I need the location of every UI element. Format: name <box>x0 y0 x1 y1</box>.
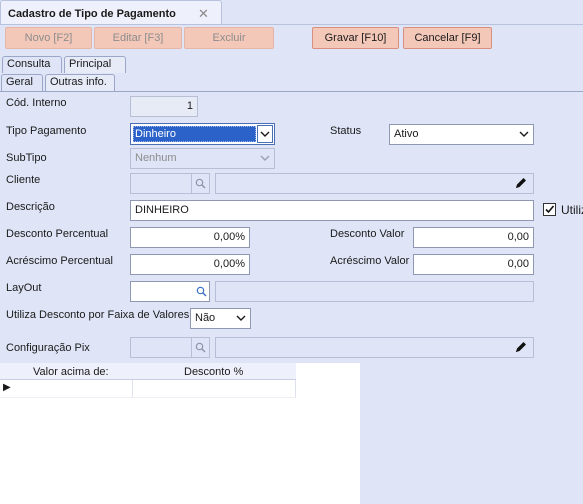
gravar-button[interactable]: Gravar [F10] <box>312 27 399 49</box>
cliente-code-field[interactable] <box>130 173 210 194</box>
utiliza-checkbox[interactable] <box>543 203 556 216</box>
pencil-icon[interactable] <box>514 340 528 357</box>
tab-geral[interactable]: Geral <box>1 74 43 91</box>
cod-interno-field: 1 <box>130 96 198 117</box>
chevron-down-icon[interactable] <box>257 125 273 143</box>
status-label: Status <box>330 125 362 137</box>
layout-label: LayOut <box>6 282 42 294</box>
editar-button[interactable]: Editar [F3] <box>94 27 182 49</box>
search-icon[interactable] <box>191 174 209 193</box>
close-icon[interactable]: ✕ <box>198 6 209 22</box>
config-pix-name-field[interactable] <box>215 337 534 358</box>
tab-strip-divider <box>0 24 583 25</box>
utiliza-checkbox-label: Utiliz <box>561 203 583 217</box>
chevron-down-icon[interactable] <box>515 125 533 144</box>
excluir-button[interactable]: Excluir <box>184 27 274 49</box>
desconto-valor-label: Desconto Valor <box>330 228 405 240</box>
document-tab-title: Cadastro de Tipo de Pagamento <box>8 8 176 20</box>
desconto-percentual-field[interactable]: 0,00% <box>130 227 250 248</box>
desconto-percentual-label: Desconto Percentual <box>6 228 109 240</box>
faixa-valores-select[interactable]: Não <box>190 308 251 329</box>
search-icon[interactable] <box>191 338 209 357</box>
cliente-label: Cliente <box>6 174 41 186</box>
desconto-valor-field[interactable]: 0,00 <box>413 227 534 248</box>
grid-column-valor[interactable]: Valor acima de: <box>33 366 109 378</box>
subtipo-label: SubTipo <box>6 152 47 164</box>
tab-consulta[interactable]: Consulta <box>2 56 62 73</box>
layout-name-field[interactable] <box>215 281 534 302</box>
faixa-valores-value: Não <box>195 312 216 324</box>
chevron-down-icon[interactable] <box>256 149 274 168</box>
faixa-valores-label: Utiliza Desconto por Faixa de Valores <box>6 309 190 321</box>
novo-button[interactable]: Novo [F2] <box>5 27 92 49</box>
config-pix-label: Configuração Pix <box>6 342 90 354</box>
tipo-pagamento-label: Tipo Pagamento <box>6 125 87 137</box>
tab-principal[interactable]: Principal <box>64 56 126 73</box>
document-tab[interactable]: Cadastro de Tipo de Pagamento ✕ <box>0 0 222 25</box>
table-row[interactable]: ▶ <box>0 380 296 398</box>
subtipo-value: Nenhum <box>135 152 177 164</box>
acrescimo-percentual-label: Acréscimo Percentual <box>6 255 113 267</box>
status-value: Ativo <box>394 128 419 140</box>
subtipo-select[interactable]: Nenhum <box>130 148 275 169</box>
row-indicator-icon: ▶ <box>3 382 11 393</box>
tipo-pagamento-value: Dinheiro <box>135 128 176 140</box>
cancelar-button[interactable]: Cancelar [F9] <box>403 27 492 49</box>
cod-interno-label: Cód. Interno <box>6 97 67 109</box>
cliente-name-field[interactable] <box>215 173 534 194</box>
config-pix-code-field[interactable] <box>130 337 210 358</box>
status-select[interactable]: Ativo <box>389 124 534 145</box>
tab-divider <box>0 91 583 92</box>
acrescimo-valor-field[interactable]: 0,00 <box>413 254 534 275</box>
descricao-field[interactable]: DINHEIRO <box>130 200 534 221</box>
acrescimo-valor-label: Acréscimo Valor <box>330 255 410 267</box>
grid-column-desconto[interactable]: Desconto % <box>184 366 243 378</box>
descricao-label: Descrição <box>6 201 55 213</box>
faixa-valores-grid[interactable]: Valor acima de: Desconto % ▶ <box>0 363 360 504</box>
search-icon[interactable] <box>192 282 210 301</box>
pencil-icon[interactable] <box>514 176 528 193</box>
acrescimo-percentual-field[interactable]: 0,00% <box>130 254 250 275</box>
grid-header: Valor acima de: Desconto % <box>0 363 296 380</box>
tipo-pagamento-select[interactable]: Dinheiro <box>130 123 275 145</box>
chevron-down-icon[interactable] <box>232 309 250 328</box>
tab-outras-info[interactable]: Outras info. <box>45 74 115 91</box>
